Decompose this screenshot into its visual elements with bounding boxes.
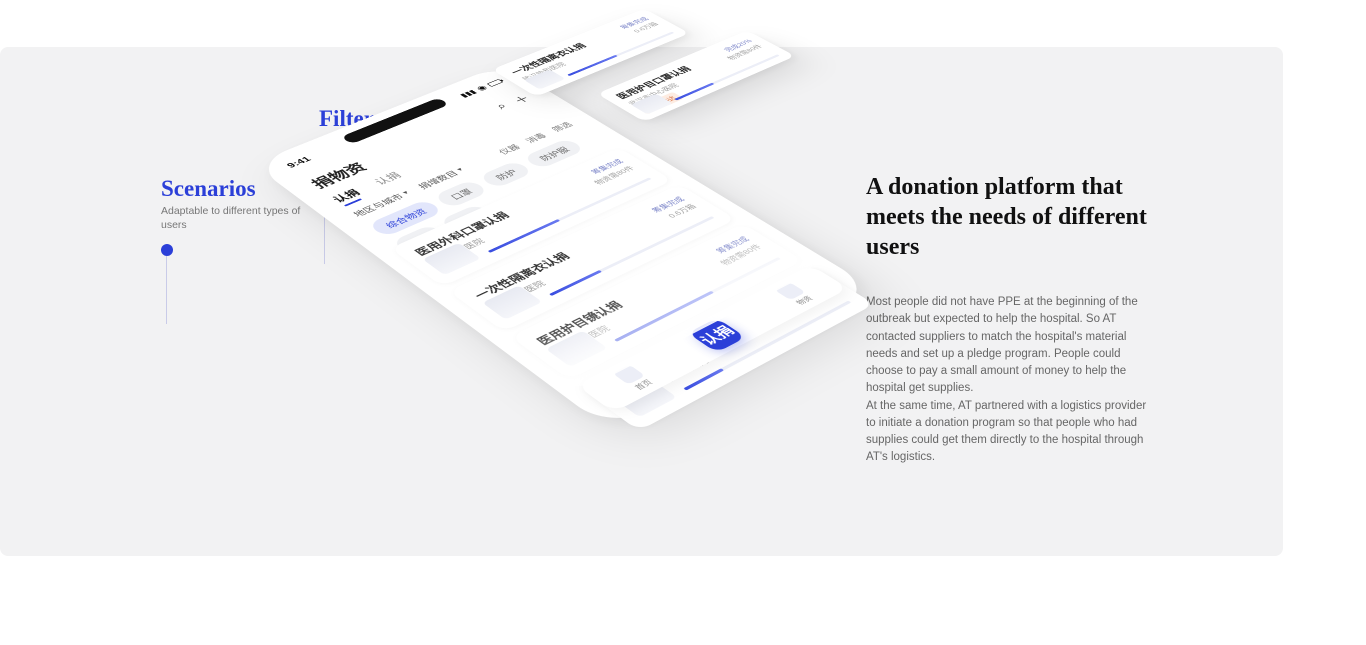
device-mock: 9:41 ▮▮▮ ◉ 捐物资 ⌕ ＋ 认捐 认捐 <box>130 177 690 557</box>
status-icons: ▮▮▮ ◉ <box>457 78 505 99</box>
section-heading: A donation platform that meets the needs… <box>866 172 1158 262</box>
status-time: 9:41 <box>284 155 313 170</box>
feature-section: Scenarios Adaptable to different types o… <box>0 47 1283 556</box>
copy-column: A donation platform that meets the needs… <box>866 172 1158 467</box>
add-icon[interactable]: ＋ <box>508 92 535 106</box>
tab-supplies-label: 物资 <box>794 295 814 306</box>
chip-protect[interactable]: 防护 <box>478 160 534 188</box>
tab-home[interactable]: 首页 <box>612 364 656 392</box>
tab-supplies[interactable]: 物资 <box>774 282 816 307</box>
battery-icon <box>486 79 503 87</box>
filter-icon-3[interactable]: 筛选 <box>548 119 576 133</box>
filter-icon-1[interactable]: 仪器 <box>495 142 523 157</box>
filter-icon-2[interactable]: 消毒 <box>521 131 549 145</box>
tab-pledge[interactable]: 认捐 <box>329 187 363 205</box>
fab-label: 认捐 <box>694 322 739 348</box>
tab-donate[interactable]: 认捐 <box>371 170 405 187</box>
signal-icon: ▮▮▮ <box>458 88 479 98</box>
section-body: Most people did not have PPE at the begi… <box>866 294 1158 467</box>
search-icon[interactable]: ⌕ <box>492 101 513 113</box>
